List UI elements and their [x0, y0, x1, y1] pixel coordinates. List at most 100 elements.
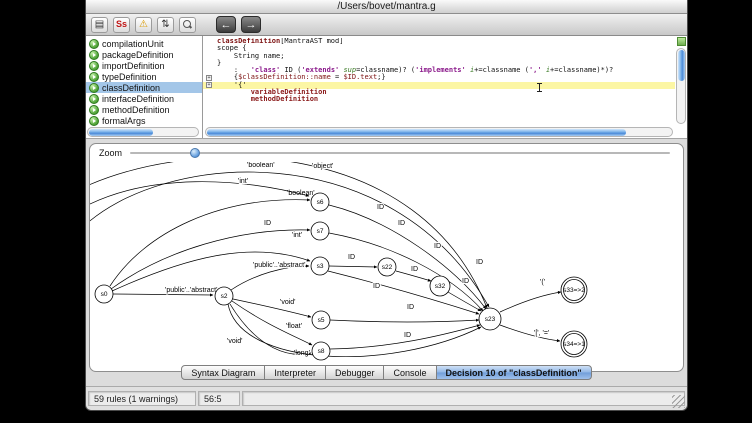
rule-icon	[89, 61, 99, 71]
code-line[interactable]: classDefinition[MantraAST mod]	[203, 38, 675, 45]
zoom-label: Zoom	[99, 148, 122, 158]
rule-item-compilationUnit[interactable]: compilationUnit	[86, 38, 202, 49]
syntax-coloring-button[interactable]: Ss	[113, 17, 130, 33]
rules-list: compilationUnitpackageDefinitionimportDe…	[86, 38, 202, 127]
dfa-edge	[90, 182, 309, 208]
dfa-edge	[500, 325, 560, 341]
edge-label: ID	[462, 278, 469, 285]
forward-arrow-icon: →	[246, 19, 257, 31]
edge-label: 'public'..'abstract'	[253, 262, 305, 269]
tab-bar: Syntax DiagramInterpreterDebuggerConsole…	[86, 365, 687, 380]
edge-label: ID	[264, 220, 271, 227]
dfa-edge	[112, 252, 310, 291]
state-label: s32	[435, 283, 446, 290]
toolbar: ▤ Ss ⚠ ⇅ ← →	[86, 14, 687, 36]
dfa-edge	[233, 299, 311, 317]
zoom-slider-knob[interactable]	[190, 148, 200, 158]
state-label: s3	[317, 263, 324, 270]
scroll-thumb[interactable]	[678, 50, 685, 81]
rule-label: compilationUnit	[102, 39, 164, 49]
edge-label: ID	[398, 220, 405, 227]
rule-item-methodDefinition[interactable]: methodDefinition	[86, 104, 202, 115]
rule-item-packageDefinition[interactable]: packageDefinition	[86, 49, 202, 60]
rule-label: packageDefinition	[102, 50, 174, 60]
dfa-edge	[330, 320, 479, 322]
dfa-edge	[228, 304, 481, 357]
search-icon	[183, 20, 192, 29]
goto-rule-button[interactable]: ⇅	[157, 17, 174, 33]
rules-h-scrollbar[interactable]	[87, 127, 199, 137]
rule-icon	[89, 72, 99, 82]
syntax-coloring-icon: Ss	[116, 20, 127, 29]
syntax-diagram-svg: 'public'..'abstract''public'..'abstract'…	[90, 162, 683, 371]
state-label: s23	[485, 316, 496, 323]
code-line[interactable]: methodDefinition	[203, 96, 675, 103]
fold-toggle-icon[interactable]: +	[206, 82, 212, 88]
rule-icon	[89, 94, 99, 104]
rule-item-formalArgs[interactable]: formalArgs	[86, 115, 202, 126]
state-label: s0	[101, 291, 108, 298]
search-button[interactable]	[179, 17, 196, 33]
edge-label: ID	[373, 283, 380, 290]
fold-toggle-icon[interactable]: +	[206, 75, 212, 81]
rule-label: classDefinition	[102, 83, 160, 93]
forward-button[interactable]: →	[241, 16, 261, 33]
edge-label: 'object'	[312, 163, 333, 170]
rule-icon	[89, 105, 99, 115]
editor-panel: classDefinition[MantraAST mod]scope { St…	[203, 36, 687, 138]
rule-item-importDefinition[interactable]: importDefinition	[86, 60, 202, 71]
ibeam-pointer	[536, 82, 543, 92]
edge-label: ID	[434, 243, 441, 250]
dfa-edge	[329, 266, 377, 267]
antlrworks-window: /Users/bovet/mantra.g ▤ Ss ⚠ ⇅ ← → compi…	[85, 0, 688, 411]
tab-0[interactable]: Syntax Diagram	[181, 365, 265, 380]
tab-1[interactable]: Interpreter	[264, 365, 326, 380]
code-area[interactable]: classDefinition[MantraAST mod]scope { St…	[203, 38, 675, 125]
warnings-button[interactable]: ⚠	[135, 17, 152, 33]
rule-icon	[89, 39, 99, 49]
rule-item-interfaceDefinition[interactable]: interfaceDefinition	[86, 93, 202, 104]
window-title: /Users/bovet/mantra.g	[337, 1, 435, 12]
goto-rule-icon: ⇅	[161, 20, 169, 30]
rule-label: formalArgs	[102, 116, 146, 126]
status-bar: 59 rules (1 warnings) 56:5	[86, 386, 687, 410]
rules-panel: compilationUnitpackageDefinitionimportDe…	[86, 36, 203, 138]
scroll-thumb[interactable]	[207, 129, 626, 136]
tab-3[interactable]: Console	[383, 365, 436, 380]
status-rules: 59 rules (1 warnings)	[88, 391, 196, 406]
editor-v-scrollbar[interactable]	[676, 48, 686, 124]
edge-label: 'int'	[238, 178, 248, 185]
edge-label: 'float'	[286, 323, 302, 330]
dfa-edge	[448, 292, 481, 311]
diagram-area: 'public'..'abstract''public'..'abstract'…	[90, 162, 683, 371]
code-line[interactable]: String name;	[203, 53, 675, 60]
state-label: s2	[221, 293, 228, 300]
rule-item-classDefinition[interactable]: classDefinition	[86, 82, 202, 93]
split-pane-button[interactable]	[677, 37, 686, 46]
dfa-edge	[500, 292, 561, 312]
dfa-edge	[328, 271, 479, 314]
tab-2[interactable]: Debugger	[325, 365, 385, 380]
edge-label: ID	[411, 266, 418, 273]
dfa-edge	[111, 230, 310, 289]
rule-icon	[89, 50, 99, 60]
status-caret-position: 56:5	[198, 391, 240, 406]
code-line[interactable]: + {$classDefinition::name = $ID.text;}	[203, 74, 675, 81]
tab-4[interactable]: Decision 10 of "classDefinition"	[436, 365, 592, 380]
edge-label: 'int'	[292, 232, 302, 239]
zoom-slider-track[interactable]	[130, 152, 670, 154]
zoom-slider[interactable]	[130, 147, 674, 159]
rules-view-button[interactable]: ▤	[91, 17, 108, 33]
back-button[interactable]: ←	[216, 16, 236, 33]
title-bar[interactable]: /Users/bovet/mantra.g	[86, 0, 687, 14]
editor-h-scrollbar[interactable]	[205, 127, 673, 137]
state-label: s5	[318, 317, 325, 324]
rule-item-typeDefinition[interactable]: typeDefinition	[86, 71, 202, 82]
rule-label: typeDefinition	[102, 72, 157, 82]
resize-grip[interactable]	[672, 395, 685, 408]
edge-label: 'void'	[227, 338, 243, 345]
scroll-thumb[interactable]	[89, 129, 153, 136]
rule-icon	[89, 116, 99, 126]
decision-panel: Zoom 'public'..'abstract''public'..'abst…	[89, 143, 684, 372]
state-label: s7	[317, 228, 324, 235]
